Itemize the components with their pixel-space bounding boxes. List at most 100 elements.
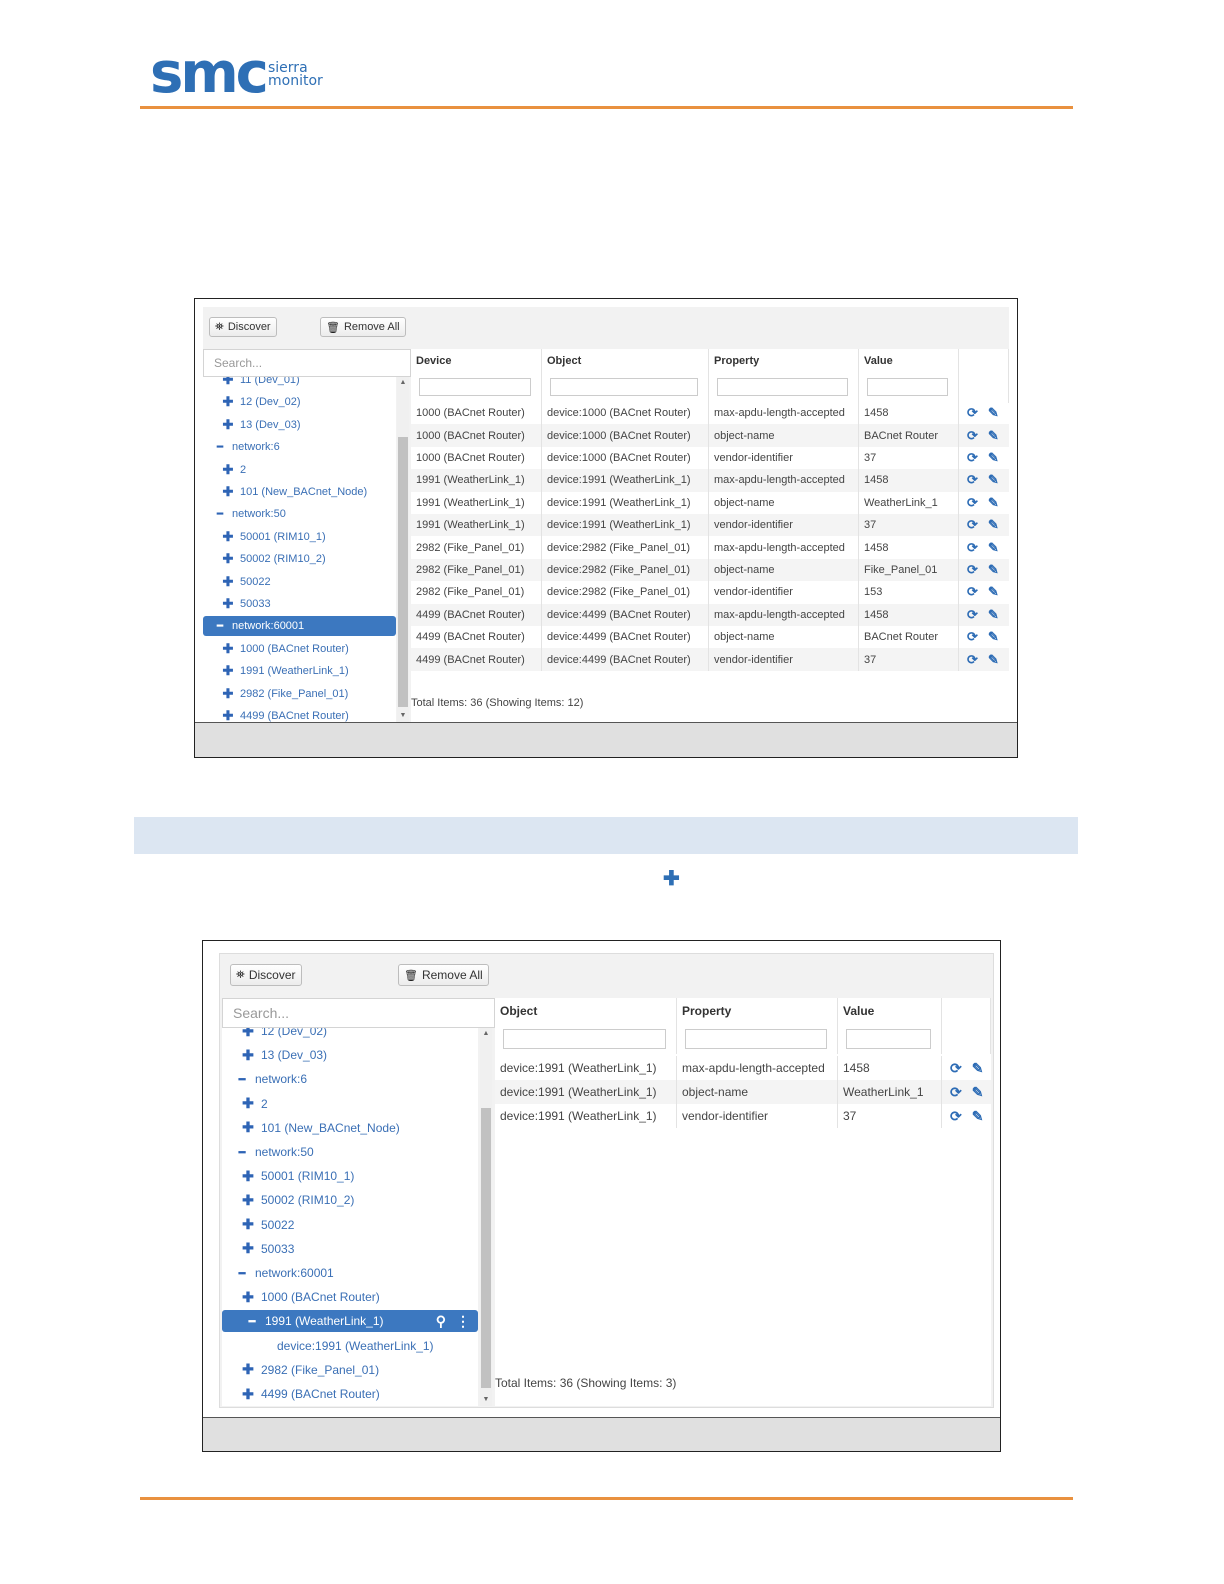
tree-node[interactable]: ✚ 50001 (RIM10_1) xyxy=(222,1165,478,1187)
refresh-icon[interactable]: ⟳ xyxy=(967,540,978,556)
expand-plus-icon[interactable]: ✚ xyxy=(240,1361,256,1378)
collapse-minus-icon[interactable]: ━ xyxy=(234,1073,250,1086)
edit-pencil-icon[interactable]: ✎ xyxy=(988,472,999,488)
column-filter-input[interactable] xyxy=(846,1029,931,1049)
tree-node[interactable]: ✚ 12 (Dev_02) xyxy=(203,392,396,412)
edit-pencil-icon[interactable]: ✎ xyxy=(988,629,999,645)
edit-pencil-icon[interactable]: ✎ xyxy=(988,652,999,668)
refresh-icon[interactable]: ⟳ xyxy=(967,428,978,444)
refresh-icon[interactable]: ⟳ xyxy=(967,472,978,488)
tree-node[interactable]: ✚ 2982 (Fike_Panel_01) xyxy=(222,1359,478,1381)
discover-button[interactable]: ⛯ Discover xyxy=(209,317,277,337)
expand-plus-icon[interactable]: ✚ xyxy=(221,663,235,679)
expand-plus-icon[interactable]: ✚ xyxy=(240,1386,256,1403)
tree-node[interactable]: ━ network:6 xyxy=(203,437,396,457)
scroll-thumb[interactable] xyxy=(398,437,408,707)
tree-node[interactable]: ✚ 2 xyxy=(222,1093,478,1115)
tree-node[interactable]: ━ network:6 xyxy=(222,1068,478,1090)
edit-pencil-icon[interactable]: ✎ xyxy=(988,607,999,623)
expand-plus-icon[interactable]: ✚ xyxy=(240,1095,256,1112)
refresh-icon[interactable]: ⟳ xyxy=(967,405,978,421)
collapse-minus-icon[interactable]: ━ xyxy=(213,509,227,520)
edit-pencil-icon[interactable]: ✎ xyxy=(988,540,999,556)
expand-plus-icon[interactable]: ✚ xyxy=(221,551,235,567)
expand-plus-icon[interactable]: ✚ xyxy=(221,708,235,722)
expand-plus-icon[interactable]: ✚ xyxy=(240,1119,256,1136)
tree-node[interactable]: ✚ 50002 (RIM10_2) xyxy=(222,1189,478,1211)
remove-all-button[interactable]: 🗑 Remove All xyxy=(320,317,406,337)
edit-pencil-icon[interactable]: ✎ xyxy=(988,450,999,466)
tree-node[interactable]: ✚ 50033 xyxy=(203,594,396,614)
expand-plus-icon[interactable]: ✚ xyxy=(240,1047,256,1064)
expand-plus-icon[interactable]: ✚ xyxy=(221,462,235,478)
tree-node[interactable]: ✚ 2 xyxy=(203,460,396,480)
refresh-icon[interactable]: ⟳ xyxy=(967,629,978,645)
edit-pencil-icon[interactable]: ✎ xyxy=(988,517,999,533)
expand-plus-icon[interactable]: ✚ xyxy=(240,1168,256,1185)
collapse-minus-icon[interactable]: ━ xyxy=(213,621,227,632)
tree-node[interactable]: ━ 1991 (WeatherLink_1) ⚲ ⋮ xyxy=(222,1310,478,1333)
remove-all-button[interactable]: 🗑 Remove All xyxy=(398,964,489,986)
tree-node[interactable]: ✚ 50033 xyxy=(222,1238,478,1260)
search-input[interactable]: Search... xyxy=(203,349,411,377)
refresh-icon[interactable]: ⟳ xyxy=(967,562,978,578)
tree-node[interactable]: ✚ 12 (Dev_02) xyxy=(222,1028,478,1042)
edit-pencil-icon[interactable]: ✎ xyxy=(988,584,999,600)
scroll-up-icon[interactable]: ▲ xyxy=(397,377,409,389)
tree-node[interactable]: ✚ 1000 (BACnet Router) xyxy=(203,639,396,659)
expand-plus-icon[interactable]: ✚ xyxy=(240,1289,256,1306)
tree-node[interactable]: ✚ 13 (Dev_03) xyxy=(203,415,396,435)
refresh-icon[interactable]: ⟳ xyxy=(950,1108,962,1125)
edit-pencil-icon[interactable]: ✎ xyxy=(972,1108,984,1125)
refresh-icon[interactable]: ⟳ xyxy=(967,495,978,511)
refresh-icon[interactable]: ⟳ xyxy=(967,450,978,466)
edit-pencil-icon[interactable]: ✎ xyxy=(988,405,999,421)
expand-plus-icon[interactable]: ✚ xyxy=(221,529,235,545)
tree-node[interactable]: ✚ 101 (New_BACnet_Node) xyxy=(203,482,396,502)
edit-pencil-icon[interactable]: ✎ xyxy=(988,495,999,511)
edit-pencil-icon[interactable]: ✎ xyxy=(988,428,999,444)
scroll-down-icon[interactable]: ▼ xyxy=(480,1394,492,1406)
edit-pencil-icon[interactable]: ✎ xyxy=(988,562,999,578)
expand-plus-icon[interactable]: ✚ xyxy=(240,1216,256,1233)
tree-node[interactable]: ✚ 50022 xyxy=(222,1214,478,1236)
refresh-icon[interactable]: ⟳ xyxy=(967,652,978,668)
expand-plus-icon[interactable]: ✚ xyxy=(240,1028,256,1040)
column-filter-input[interactable] xyxy=(550,378,698,396)
tree-node[interactable]: ━ network:60001 xyxy=(222,1262,478,1284)
expand-plus-icon[interactable]: ✚ xyxy=(240,1192,256,1209)
tree-node[interactable]: ━ network:50 xyxy=(222,1141,478,1163)
expand-plus-icon[interactable]: ✚ xyxy=(221,686,235,702)
tree-node[interactable]: ━ network:50 xyxy=(203,504,396,524)
column-filter-input[interactable] xyxy=(503,1029,666,1049)
expand-plus-icon[interactable]: ✚ xyxy=(221,641,235,657)
scroll-up-icon[interactable]: ▲ xyxy=(480,1028,492,1040)
edit-pencil-icon[interactable]: ✎ xyxy=(972,1060,984,1077)
column-filter-input[interactable] xyxy=(419,378,531,396)
column-filter-input[interactable] xyxy=(685,1029,827,1049)
tree-node[interactable]: ✚ 11 (Dev_01) xyxy=(203,377,396,390)
column-filter-input[interactable] xyxy=(867,378,948,396)
refresh-icon[interactable]: ⟳ xyxy=(967,607,978,623)
refresh-icon[interactable]: ⟳ xyxy=(950,1084,962,1101)
tree-node[interactable]: ✚ 1991 (WeatherLink_1) xyxy=(203,661,396,681)
expand-plus-icon[interactable]: ✚ xyxy=(221,377,235,388)
search-icon[interactable]: ⚲ xyxy=(436,1313,446,1329)
refresh-icon[interactable]: ⟳ xyxy=(967,517,978,533)
refresh-icon[interactable]: ⟳ xyxy=(967,584,978,600)
tree-node[interactable]: ✚ 2982 (Fike_Panel_01) xyxy=(203,684,396,704)
discover-button[interactable]: ⛯ Discover xyxy=(230,964,302,986)
scroll-thumb[interactable] xyxy=(481,1108,491,1388)
tree-scrollbar[interactable]: ▲ ▼ xyxy=(397,377,409,722)
tree-node[interactable]: ✚ 4499 (BACnet Router) xyxy=(222,1383,478,1405)
expand-plus-icon[interactable]: ✚ xyxy=(221,596,235,612)
tree-node[interactable]: ✚ 50001 (RIM10_1) xyxy=(203,527,396,547)
search-input[interactable]: Search... xyxy=(222,998,495,1028)
tree-node[interactable]: ✚ 50022 xyxy=(203,572,396,592)
more-vertical-icon[interactable]: ⋮ xyxy=(456,1313,470,1329)
scroll-down-icon[interactable]: ▼ xyxy=(397,710,409,722)
tree-node[interactable]: ━ network:60001 xyxy=(203,616,396,637)
expand-plus-icon[interactable]: ✚ xyxy=(240,1240,256,1257)
collapse-minus-icon[interactable]: ━ xyxy=(244,1315,260,1328)
edit-pencil-icon[interactable]: ✎ xyxy=(972,1084,984,1101)
